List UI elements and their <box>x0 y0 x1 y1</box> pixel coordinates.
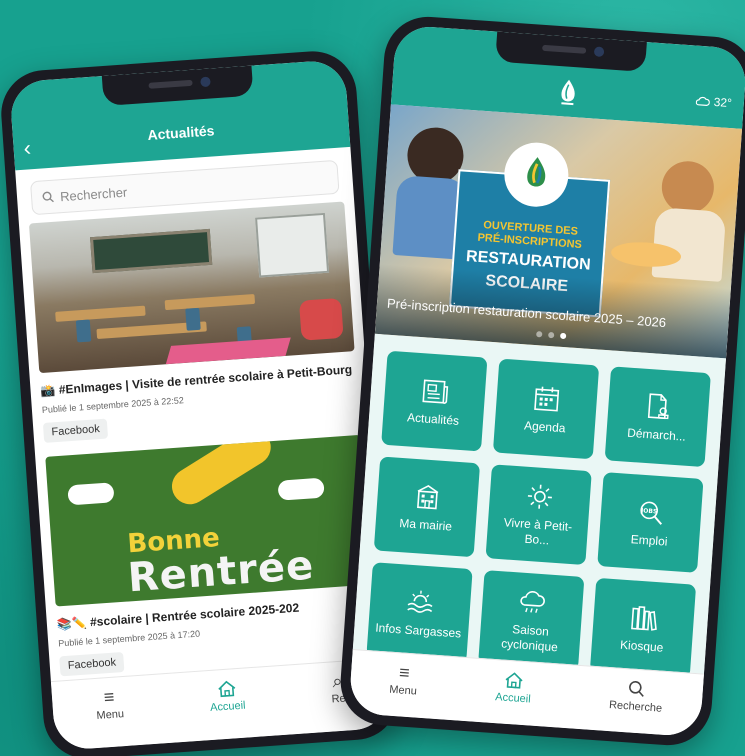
tile-label: Vivre à Petit-Bo... <box>503 515 573 548</box>
left-phone: ‹ Actualités Rechercher 📸 #EnImages | Vi… <box>0 48 402 756</box>
tab-home[interactable]: Accueil <box>494 670 533 706</box>
tab-search[interactable]: Recherche <box>609 678 664 715</box>
left-phone-screen: ‹ Actualités Rechercher 📸 #EnImages | Vi… <box>9 59 391 751</box>
bonne-rentree-image: Bonne Rentrée <box>45 435 371 607</box>
carousel-dot[interactable] <box>536 331 543 338</box>
tab-home[interactable]: Accueil <box>208 679 246 714</box>
tab-label: Accueil <box>209 699 246 715</box>
menu-icon: ≡ <box>103 686 116 708</box>
classroom-photo <box>28 201 355 374</box>
news-feed[interactable]: 📸 #EnImages | Visite de rentrée scolaire… <box>19 201 386 678</box>
search-icon <box>42 191 54 203</box>
sea-sun-icon <box>407 590 433 613</box>
newspaper-icon <box>422 379 449 404</box>
news-card[interactable]: 📸 #EnImages | Visite de rentrée scolaire… <box>28 201 360 444</box>
weather-indicator: 32° <box>695 94 732 110</box>
document-stamp-icon <box>647 392 669 419</box>
city-seal-icon <box>502 140 571 209</box>
news-card[interactable]: Bonne Rentrée 📚✏️ #scolaire | Rentrée sc… <box>45 435 376 677</box>
job-search-icon: JOBS <box>640 501 663 525</box>
tile-label: Infos Sargasses <box>374 620 462 641</box>
carousel-dot[interactable] <box>548 331 555 339</box>
tab-label: Accueil <box>494 691 532 706</box>
tile-label: Agenda <box>523 417 566 435</box>
town-hall-icon <box>417 484 439 509</box>
page-title: Actualités <box>147 122 215 143</box>
right-phone: 32° OUVERTURE DES PRÉ-INSCRIPTIONS RESTA… <box>337 13 745 749</box>
tile-actualites[interactable]: Actualités <box>381 350 488 452</box>
tile-ma-mairie[interactable]: Ma mairie <box>373 456 481 558</box>
tile-demarches[interactable]: Démarch... <box>604 366 711 468</box>
right-phone-screen: 32° OUVERTURE DES PRÉ-INSCRIPTIONS RESTA… <box>348 24 745 738</box>
tile-label: Démarch... <box>626 425 687 444</box>
banner-carousel[interactable]: OUVERTURE DES PRÉ-INSCRIPTIONS RESTAURAT… <box>374 104 743 359</box>
tile-label: Emploi <box>630 531 668 549</box>
tab-label: Recherche <box>608 699 663 715</box>
tab-label: Menu <box>388 683 418 698</box>
carousel-dot-active[interactable] <box>559 332 567 340</box>
tile-kiosque[interactable]: Kiosque <box>589 577 697 679</box>
tile-label: Actualités <box>406 409 460 428</box>
tab-menu[interactable]: ≡ Menu <box>95 686 125 722</box>
tile-label: Ma mairie <box>398 515 453 534</box>
menu-icon: ≡ <box>398 662 411 684</box>
shortcut-grid-area: Actualités Agenda Démarch... Ma mairie V… <box>351 333 727 698</box>
search-icon <box>629 681 644 697</box>
sun-icon <box>527 484 552 509</box>
weather-icon <box>695 96 710 106</box>
source-tag: Facebook <box>59 652 125 677</box>
tile-saison-cyclonique[interactable]: Saison cyclonique <box>478 570 585 671</box>
search-placeholder: Rechercher <box>59 184 128 204</box>
tile-infos-sargasses[interactable]: Infos Sargasses <box>366 562 473 663</box>
home-icon <box>505 672 523 689</box>
calendar-icon <box>534 386 560 412</box>
svg-text:JOBS: JOBS <box>640 507 658 515</box>
temperature: 32° <box>713 94 733 111</box>
tile-emploi[interactable]: JOBS Emploi <box>597 472 704 573</box>
storm-cloud-icon <box>520 591 545 613</box>
city-logo-icon <box>561 79 575 106</box>
source-tag: Facebook <box>42 418 109 444</box>
tile-agenda[interactable]: Agenda <box>492 358 600 460</box>
books-icon <box>631 605 657 631</box>
tab-label: Menu <box>96 708 125 722</box>
tile-label: Kiosque <box>619 637 664 655</box>
tab-menu[interactable]: ≡ Menu <box>388 662 419 698</box>
tile-vivre-a-petit-bourg[interactable]: Vivre à Petit-Bo... <box>485 464 592 566</box>
shortcut-grid: Actualités Agenda Démarch... Ma mairie V… <box>366 350 711 679</box>
tile-label: Saison cyclonique <box>500 622 559 655</box>
home-icon <box>218 680 236 698</box>
